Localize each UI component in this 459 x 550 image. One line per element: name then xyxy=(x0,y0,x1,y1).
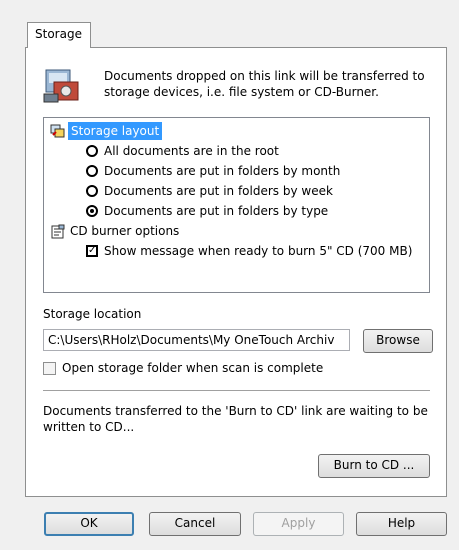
radio-button-selected[interactable] xyxy=(86,205,98,217)
tab-storage-label: Storage xyxy=(35,27,82,41)
radio-label: All documents are in the root xyxy=(104,144,279,158)
radio-button[interactable] xyxy=(86,145,98,157)
storage-devices-icon xyxy=(42,66,82,106)
open-folder-checkbox[interactable] xyxy=(43,362,56,375)
ok-button[interactable]: OK xyxy=(44,512,134,536)
tree-item-storage-layout[interactable]: Storage layout xyxy=(68,122,163,140)
options-tree[interactable]: Storage layout All documents are in the … xyxy=(43,117,430,293)
radio-label: Documents are put in folders by week xyxy=(104,184,333,198)
browse-button[interactable]: Browse xyxy=(363,329,433,353)
burn-to-cd-button[interactable]: Burn to CD ... xyxy=(318,454,430,478)
apply-button[interactable]: Apply xyxy=(253,512,344,536)
tree-item-cd-burner[interactable]: CD burner options xyxy=(70,222,179,240)
storage-layout-icon xyxy=(50,123,66,139)
radio-button[interactable] xyxy=(86,185,98,197)
help-button[interactable]: Help xyxy=(356,512,447,536)
storage-location-label: Storage location xyxy=(43,307,142,321)
cd-burner-icon xyxy=(50,224,66,240)
radio-all-root[interactable]: All documents are in the root xyxy=(86,142,416,160)
checkbox-checked[interactable]: ✓ xyxy=(86,245,98,257)
checkbox-label: Show message when ready to burn 5" CD (7… xyxy=(104,244,413,258)
radio-button[interactable] xyxy=(86,165,98,177)
radio-by-week[interactable]: Documents are put in folders by week xyxy=(86,182,416,200)
storage-panel: Documents dropped on this link will be t… xyxy=(25,47,447,497)
radio-label: Documents are put in folders by month xyxy=(104,164,341,178)
open-folder-label: Open storage folder when scan is complet… xyxy=(62,361,324,375)
description-text: Documents dropped on this link will be t… xyxy=(104,69,425,99)
tab-storage[interactable]: Storage xyxy=(27,22,91,48)
storage-location-field[interactable]: C:\Users\RHolz\Documents\My OneTouch Arc… xyxy=(43,329,350,351)
burn-note-text: Documents transferred to the 'Burn to CD… xyxy=(43,404,428,434)
radio-by-month[interactable]: Documents are put in folders by month xyxy=(86,162,416,180)
radio-label: Documents are put in folders by type xyxy=(104,204,329,218)
radio-by-type[interactable]: Documents are put in folders by type xyxy=(86,202,416,220)
cancel-button[interactable]: Cancel xyxy=(149,512,241,536)
separator xyxy=(43,390,430,391)
cd-message-checkbox-row[interactable]: ✓ Show message when ready to burn 5" CD … xyxy=(86,242,426,260)
